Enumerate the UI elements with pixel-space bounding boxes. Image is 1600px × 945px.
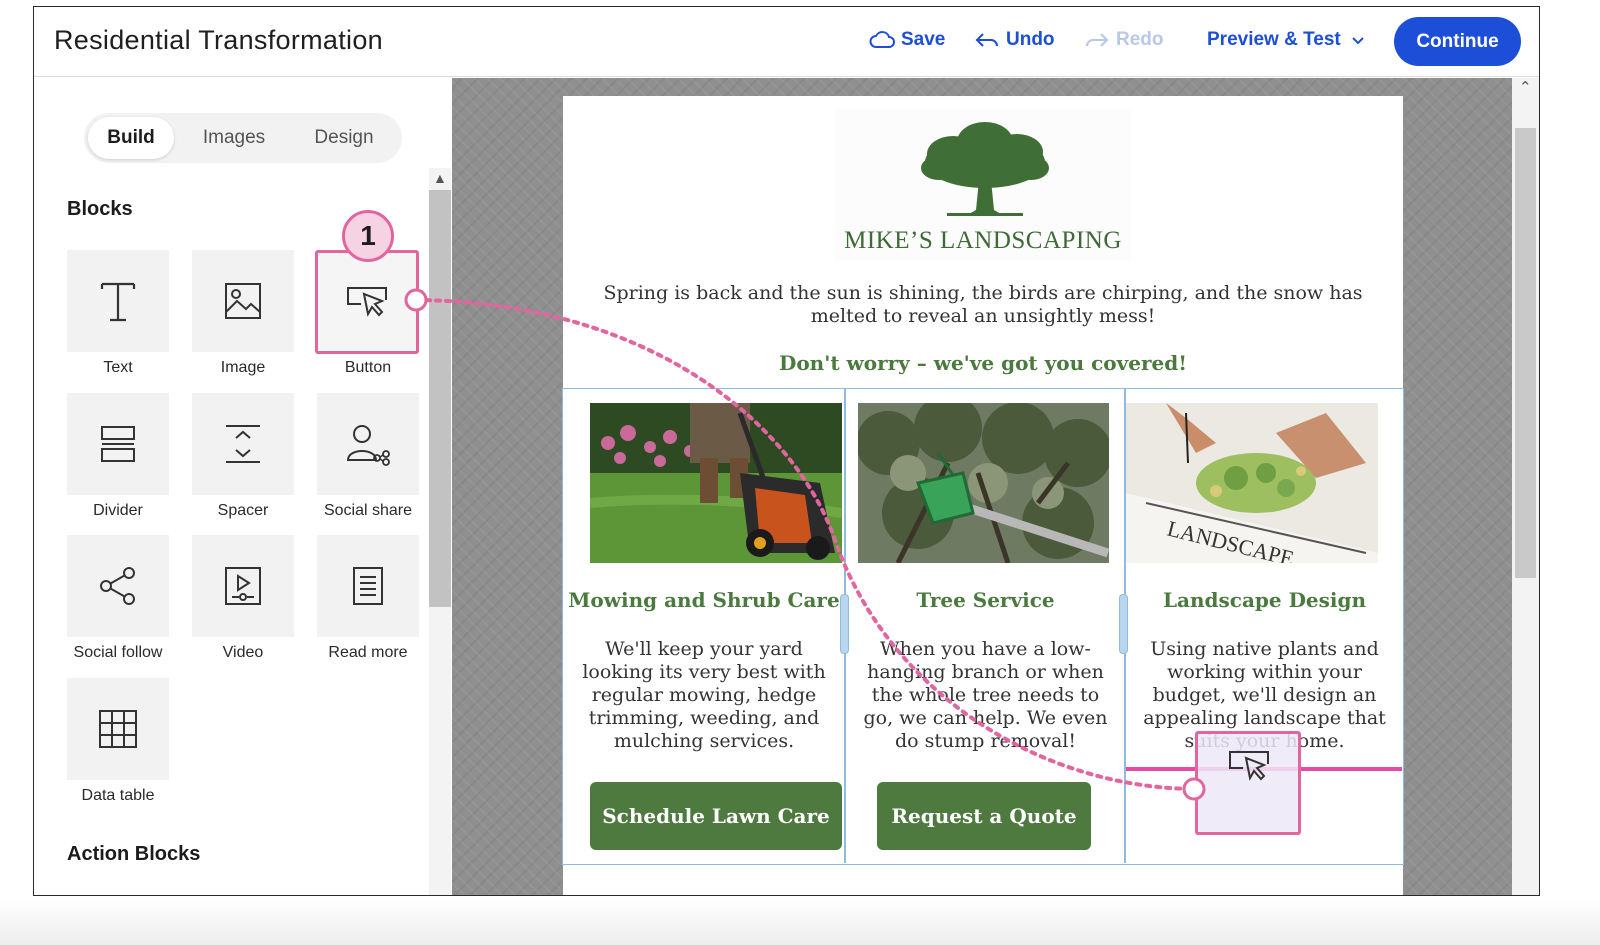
blocks-panel: Build Images Design Blocks Text Image Bu… (34, 78, 452, 895)
block-button[interactable] (315, 250, 419, 354)
top-bar: Residential Transformation Save Undo Red… (34, 7, 1539, 77)
spacer-icon (226, 425, 260, 463)
column-body: When you have a low-hanging branch or wh… (863, 638, 1108, 752)
button-cursor-icon (1229, 751, 1269, 781)
block-button-label: Button (344, 359, 392, 376)
schedule-lawn-care-button[interactable]: Schedule Lawn Care (590, 782, 842, 850)
social-follow-icon (100, 567, 135, 605)
cloud-icon (869, 31, 895, 48)
logo-block[interactable]: MIKE’S LANDSCAPING (835, 110, 1131, 260)
scroll-up-arrow-icon[interactable]: ▲ (433, 170, 447, 186)
block-social-follow[interactable] (67, 535, 169, 637)
video-icon (225, 567, 261, 605)
block-social-share-label: Social share (323, 502, 413, 519)
lawn-mower-photo[interactable] (590, 403, 842, 563)
continue-button[interactable]: Continue (1394, 17, 1521, 66)
save-button[interactable]: Save (869, 29, 945, 51)
block-divider-label: Divider (93, 502, 143, 519)
tab-build[interactable]: Build (88, 117, 174, 159)
tree-bucket-lift-photo[interactable] (858, 403, 1109, 563)
block-spacer[interactable] (192, 393, 294, 495)
editor-window: Residential Transformation Save Undo Red… (33, 6, 1540, 896)
block-image[interactable] (192, 250, 294, 352)
panel-scroll-thumb[interactable] (429, 190, 451, 607)
read-more-icon (353, 567, 383, 605)
canvas-scrollbar[interactable]: ⌃ (1512, 78, 1539, 895)
preview-test-dropdown[interactable]: Preview & Test (1207, 29, 1369, 51)
column-heading: Tree Service (916, 588, 1055, 612)
block-data-table-label: Data table (81, 787, 155, 804)
redo-icon (1086, 33, 1109, 47)
column-body: We'll keep your yard looking its very be… (582, 638, 826, 752)
column-tree-service[interactable]: Tree Service When you have a low-hanging… (846, 389, 1125, 863)
canvas-scroll-thumb[interactable] (1515, 128, 1536, 578)
chevron-down-icon (1352, 37, 1364, 45)
undo-label: Undo (1006, 29, 1055, 50)
logo-text: MIKE’S LANDSCAPING (844, 227, 1122, 254)
dragged-button-block[interactable] (1195, 731, 1301, 835)
divider-icon (101, 426, 135, 462)
email-canvas: MIKE’S LANDSCAPING Spring is back and th… (452, 78, 1512, 895)
scroll-up-arrow-icon[interactable]: ⌃ (1519, 78, 1532, 96)
column-heading: Mowing and Shrub Care (568, 588, 840, 612)
column-mowing[interactable]: Mowing and Shrub Care We'll keep your ya… (563, 389, 845, 863)
intro-paragraph[interactable]: Spring is back and the sun is shining, t… (603, 282, 1363, 328)
campaign-title[interactable]: Residential Transformation (54, 25, 383, 56)
block-spacer-label: Spacer (217, 502, 269, 519)
tab-design[interactable]: Design (294, 117, 394, 159)
block-image-label: Image (220, 359, 266, 376)
tagline[interactable]: Don't worry – we've got you covered! (563, 351, 1403, 375)
tab-images[interactable]: Images (184, 117, 284, 159)
data-table-icon (99, 710, 137, 748)
text-icon (100, 282, 136, 322)
block-social-share[interactable] (317, 393, 419, 495)
social-share-icon (346, 425, 390, 466)
save-label: Save (901, 29, 946, 50)
preview-label: Preview & Test (1207, 29, 1341, 50)
block-social-follow-label: Social follow (73, 644, 163, 661)
image-icon (225, 283, 261, 319)
request-quote-button[interactable]: Request a Quote (877, 782, 1091, 850)
step-number-badge: 1 (342, 210, 394, 262)
action-blocks-heading: Action Blocks (67, 843, 201, 865)
bottom-shadow (0, 898, 1600, 945)
block-data-table[interactable] (67, 678, 169, 780)
panel-scrollbar[interactable]: ▲ (429, 168, 451, 895)
block-divider[interactable] (67, 393, 169, 495)
block-text-label: Text (103, 359, 133, 376)
panel-tabs: Build Images Design (84, 113, 402, 163)
button-cursor-icon (347, 287, 387, 317)
block-read-more[interactable] (317, 535, 419, 637)
landscape-plan-photo[interactable]: LANDSCAPE (1126, 403, 1378, 563)
block-video-label: Video (222, 644, 264, 661)
undo-icon (975, 33, 998, 47)
undo-button[interactable]: Undo (974, 29, 1055, 51)
redo-label: Redo (1116, 29, 1164, 50)
block-read-more-label: Read more (328, 644, 408, 661)
block-video[interactable] (192, 535, 294, 637)
blocks-heading: Blocks (67, 198, 133, 220)
column-heading: Landscape Design (1162, 588, 1367, 612)
redo-button[interactable]: Redo (1084, 29, 1164, 51)
block-text[interactable] (67, 250, 169, 352)
oak-tree-logo (921, 122, 1049, 216)
